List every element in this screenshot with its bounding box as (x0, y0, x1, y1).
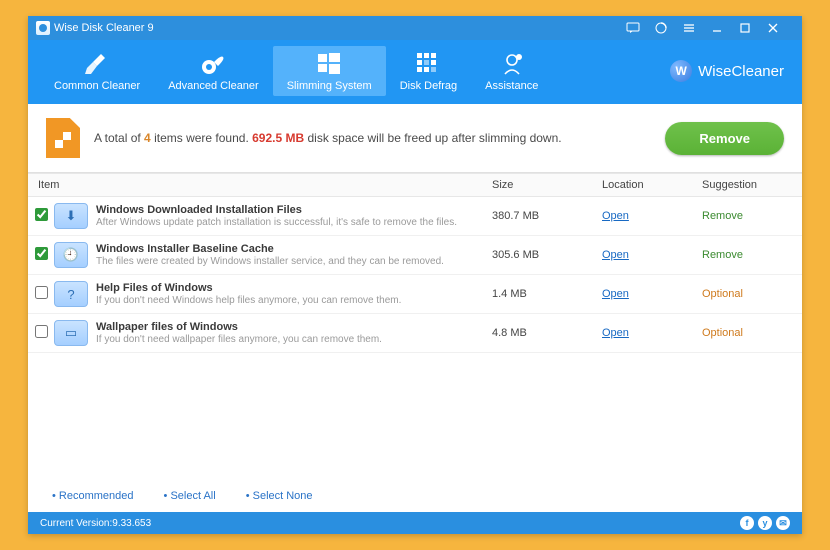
link-select-none[interactable]: Select None (246, 490, 313, 502)
summary-text: A total of 4 items were found. 692.5 MB … (94, 131, 665, 145)
broom-icon (82, 50, 112, 78)
row-suggestion: Optional (702, 288, 802, 300)
defrag-icon (413, 50, 443, 78)
row-title: Wallpaper files of Windows (96, 321, 486, 333)
windows-icon (314, 50, 344, 78)
window-title: Wise Disk Cleaner 9 (54, 22, 626, 34)
brand-label: WiseCleaner (698, 63, 784, 80)
row-checkbox[interactable] (35, 325, 48, 338)
row-desc: If you don't need Windows help files any… (96, 295, 486, 306)
app-window: Wise Disk Cleaner 9 Common Cleaner Advan… (28, 16, 802, 534)
footer-links: Recommended Select All Select None (28, 480, 802, 512)
assistance-icon (497, 50, 527, 78)
twitter-icon[interactable]: y (758, 516, 772, 530)
tab-label: Disk Defrag (400, 80, 457, 92)
tab-assistance[interactable]: Assistance (471, 46, 552, 96)
row-size: 1.4 MB (492, 288, 602, 300)
menu-icon[interactable] (682, 22, 710, 34)
status-bar: Current Version:9.33.653 f y ✉ (28, 512, 802, 534)
remove-button[interactable]: Remove (665, 122, 784, 155)
row-text: Windows Installer Baseline CacheThe file… (96, 243, 492, 267)
tab-label: Common Cleaner (54, 80, 140, 92)
link-recommended[interactable]: Recommended (52, 490, 134, 502)
feedback-icon[interactable] (626, 22, 654, 34)
main-toolbar: Common Cleaner Advanced Cleaner Slimming… (28, 40, 802, 104)
tab-common-cleaner[interactable]: Common Cleaner (40, 46, 154, 96)
file-icon (46, 118, 80, 158)
folder-icon: ▭ (54, 320, 88, 346)
tab-slimming-system[interactable]: Slimming System (273, 46, 386, 96)
tab-label: Advanced Cleaner (168, 80, 259, 92)
col-location[interactable]: Location (602, 179, 702, 191)
link-select-all[interactable]: Select All (164, 490, 216, 502)
table-header: Item Size Location Suggestion (28, 173, 802, 197)
row-text: Windows Downloaded Installation FilesAft… (96, 204, 492, 228)
folder-icon: ⬇ (54, 203, 88, 229)
folder-icon: 🕘 (54, 242, 88, 268)
row-checkbox[interactable] (35, 208, 48, 221)
table-row: 🕘 Windows Installer Baseline CacheThe fil… (28, 236, 802, 275)
col-item[interactable]: Item (28, 179, 492, 191)
open-link[interactable]: Open (602, 288, 629, 300)
tab-label: Assistance (485, 80, 538, 92)
close-button[interactable] (766, 21, 794, 35)
table-row: ? Help Files of WindowsIf you don't need … (28, 275, 802, 314)
row-checkbox[interactable] (35, 247, 48, 260)
col-suggestion[interactable]: Suggestion (702, 179, 802, 191)
brand-logo-icon: W (670, 60, 692, 82)
row-desc: The files were created by Windows instal… (96, 256, 486, 267)
row-desc: If you don't need wallpaper files anymor… (96, 334, 486, 345)
tab-advanced-cleaner[interactable]: Advanced Cleaner (154, 46, 273, 96)
open-link[interactable]: Open (602, 327, 629, 339)
row-text: Wallpaper files of WindowsIf you don't n… (96, 321, 492, 345)
folder-icon: ? (54, 281, 88, 307)
row-size: 380.7 MB (492, 210, 602, 222)
version-label: Current Version:9.33.653 (40, 518, 151, 529)
facebook-icon[interactable]: f (740, 516, 754, 530)
skin-icon[interactable] (654, 21, 682, 35)
row-size: 4.8 MB (492, 327, 602, 339)
brand[interactable]: W WiseCleaner (670, 60, 790, 82)
tab-disk-defrag[interactable]: Disk Defrag (386, 46, 471, 96)
row-title: Windows Downloaded Installation Files (96, 204, 486, 216)
vacuum-icon (198, 50, 228, 78)
row-checkbox[interactable] (35, 286, 48, 299)
minimize-button[interactable] (710, 21, 738, 35)
row-title: Help Files of Windows (96, 282, 486, 294)
open-link[interactable]: Open (602, 210, 629, 222)
row-suggestion: Optional (702, 327, 802, 339)
row-title: Windows Installer Baseline Cache (96, 243, 486, 255)
row-text: Help Files of WindowsIf you don't need W… (96, 282, 492, 306)
row-suggestion: Remove (702, 249, 802, 261)
email-icon[interactable]: ✉ (776, 516, 790, 530)
open-link[interactable]: Open (602, 249, 629, 261)
col-size[interactable]: Size (492, 179, 602, 191)
summary-bar: A total of 4 items were found. 692.5 MB … (28, 104, 802, 173)
row-desc: After Windows update patch installation … (96, 217, 486, 228)
titlebar: Wise Disk Cleaner 9 (28, 16, 802, 40)
table-body: ⬇ Windows Downloaded Installation FilesAf… (28, 197, 802, 480)
app-icon (36, 21, 50, 35)
tab-label: Slimming System (287, 80, 372, 92)
row-size: 305.6 MB (492, 249, 602, 261)
table-row: ⬇ Windows Downloaded Installation FilesAf… (28, 197, 802, 236)
table-row: ▭ Wallpaper files of WindowsIf you don't … (28, 314, 802, 353)
row-suggestion: Remove (702, 210, 802, 222)
maximize-button[interactable] (738, 21, 766, 35)
